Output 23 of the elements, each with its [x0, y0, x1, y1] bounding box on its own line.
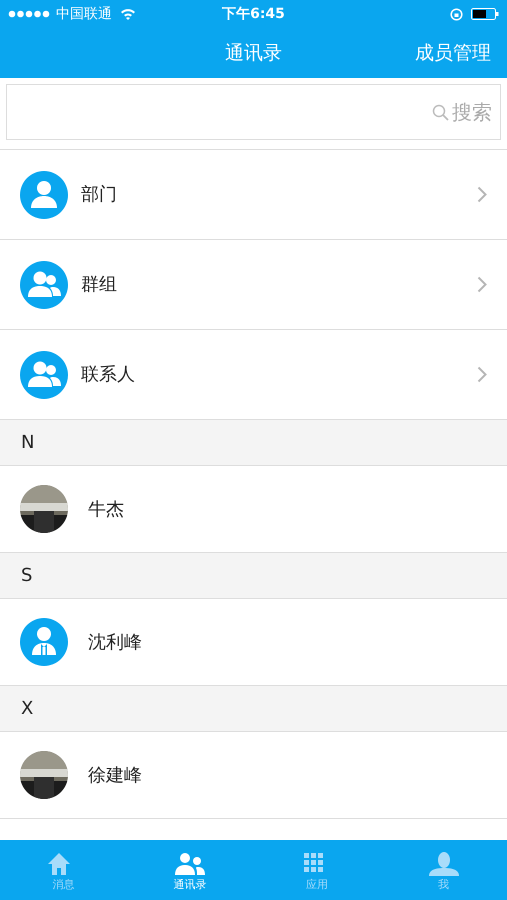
search-field[interactable]: 搜索 — [6, 84, 501, 140]
contact-name[interactable]: 沈利峰 — [88, 628, 142, 656]
contact-name[interactable]: 牛杰 — [88, 496, 124, 522]
carrier-name: 中国联通 — [56, 4, 112, 24]
section-header: S — [0, 553, 507, 599]
status-time: 下午6:45 — [222, 4, 285, 24]
signal-icon — [8, 10, 52, 18]
person-icon — [428, 850, 460, 877]
section-header: X — [0, 686, 507, 732]
chevron-right-icon — [477, 366, 487, 383]
avatar-icon — [20, 618, 68, 666]
wifi-icon — [120, 8, 136, 20]
section-header: N — [0, 420, 507, 466]
contact-name[interactable]: 徐建峰 — [88, 762, 142, 788]
chevron-right-icon — [477, 276, 487, 293]
people-icon — [20, 350, 68, 398]
contacts-icon — [174, 850, 206, 877]
chevron-right-icon — [477, 186, 487, 203]
orientation-lock-icon — [450, 8, 463, 20]
page-title: 通讯录 — [225, 40, 282, 66]
person-icon — [20, 170, 68, 218]
battery-icon — [471, 8, 499, 20]
people-icon — [20, 260, 68, 308]
